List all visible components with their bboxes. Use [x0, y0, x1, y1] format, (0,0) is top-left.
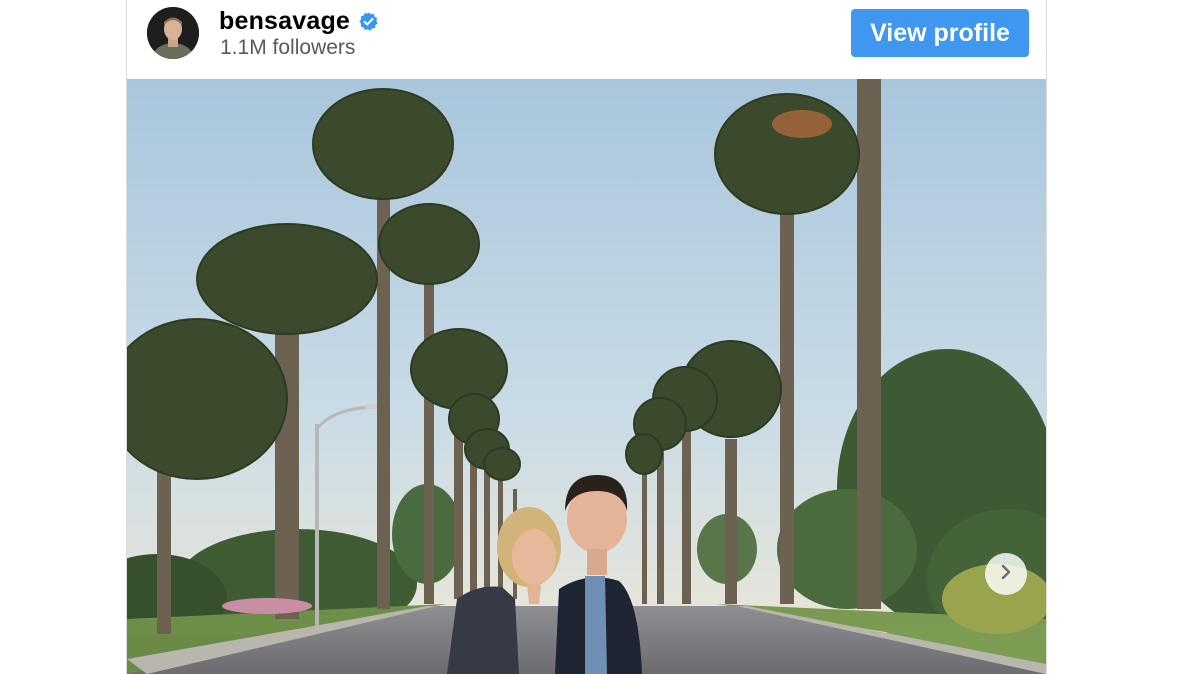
- page: bensavage 1.1M followers View profile: [0, 0, 1200, 674]
- username-row: bensavage: [219, 4, 379, 38]
- avatar[interactable]: [147, 7, 199, 59]
- followers-count: 1.1M followers: [220, 36, 356, 59]
- username[interactable]: bensavage: [219, 7, 350, 36]
- chevron-right-icon: [997, 563, 1015, 586]
- instagram-embed-card: bensavage 1.1M followers View profile: [126, 0, 1047, 674]
- next-photo-button[interactable]: [985, 553, 1027, 595]
- post-header: bensavage 1.1M followers View profile: [127, 0, 1046, 79]
- verified-badge-icon: [358, 11, 379, 32]
- view-profile-button[interactable]: View profile: [851, 9, 1029, 57]
- post-photo[interactable]: [127, 79, 1046, 674]
